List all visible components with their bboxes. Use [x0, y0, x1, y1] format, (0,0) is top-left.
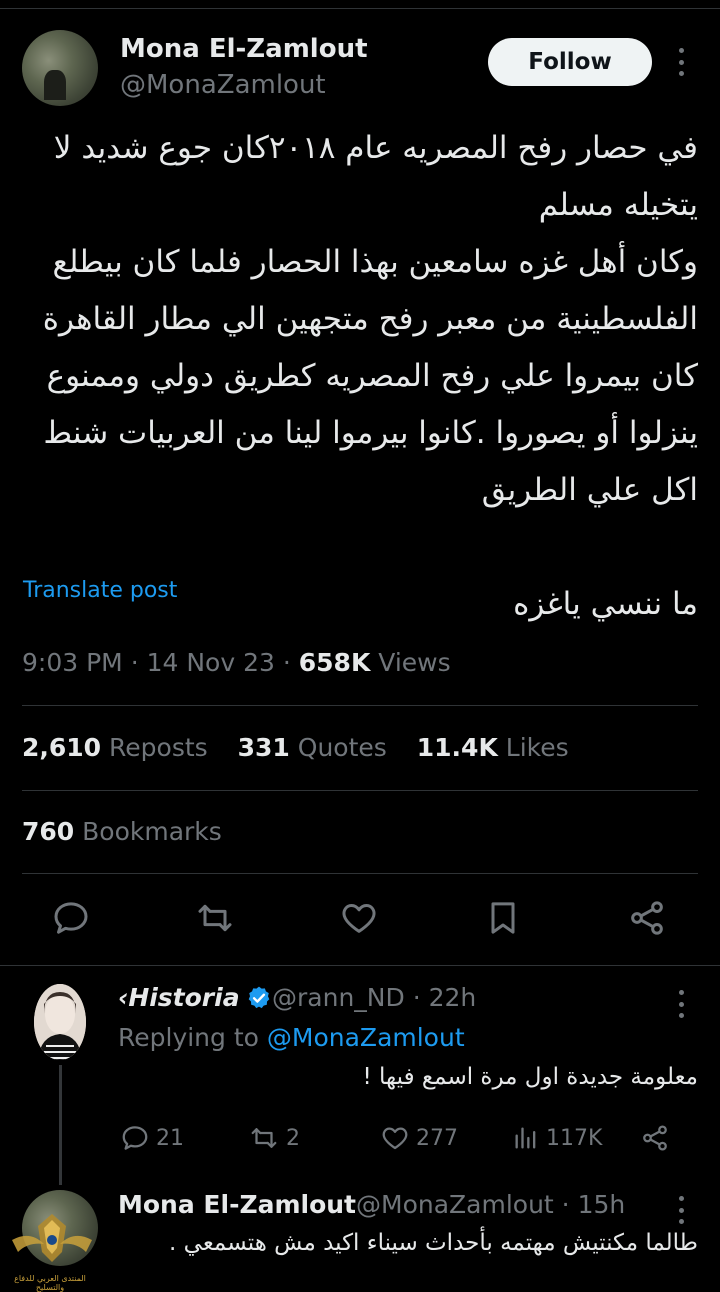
- like-icon: [382, 1127, 408, 1150]
- meta-separator: ·: [282, 648, 299, 677]
- thread-line: [59, 1065, 62, 1185]
- verified-badge-icon: [248, 986, 269, 1008]
- replying-to-link[interactable]: @MonaZamlout: [267, 1023, 465, 1052]
- divider: [22, 873, 698, 874]
- reply-author-handle[interactable]: @rann_ND · 22h: [272, 983, 476, 1012]
- reply-author-name-text: Historia: [128, 983, 240, 1012]
- reply-more-options-icon[interactable]: [677, 990, 685, 1018]
- meta-separator: ·: [130, 648, 147, 677]
- reply-author-avatar[interactable]: [34, 984, 86, 1060]
- reply-author-name[interactable]: ‹ Historia: [118, 983, 272, 1012]
- author-handle[interactable]: @MonaZamlout: [120, 70, 326, 100]
- views-icon: [515, 1127, 536, 1149]
- tweet-date[interactable]: 14 Nov 23: [147, 648, 275, 677]
- reply-views-action[interactable]: 117K: [512, 1122, 602, 1154]
- follow-button[interactable]: Follow: [488, 38, 652, 86]
- bottom-author-name[interactable]: Mona El-Zamlout: [118, 1190, 356, 1219]
- reply-like-action[interactable]: 277: [380, 1122, 458, 1154]
- more-options-icon[interactable]: [677, 48, 685, 76]
- replying-to: Replying to @MonaZamlout: [118, 1023, 465, 1052]
- engagement-stats: 2,610 Reposts 331 Quotes 11.4K Likes: [22, 733, 591, 762]
- tweet-text: في حصار رفح المصريه عام ٢٠١٨كان جوع شديد…: [42, 130, 698, 622]
- divider: [22, 705, 698, 706]
- bottom-reply-text: طالما مكنتيش مهتمه بأحداث سيناء اكيد مش …: [169, 1230, 698, 1256]
- reply-icon: [122, 1126, 148, 1150]
- repost-icon[interactable]: [195, 898, 235, 938]
- author-avatar[interactable]: [22, 30, 98, 106]
- top-divider: [0, 8, 720, 9]
- share-icon[interactable]: [627, 898, 667, 938]
- like-icon[interactable]: [339, 898, 379, 938]
- name-prefix: ‹: [118, 983, 129, 1012]
- bottom-more-options-icon[interactable]: [677, 1196, 685, 1224]
- share-icon: [643, 1125, 667, 1151]
- tweet-metadata: 9:03 PM · 14 Nov 23 · 658K Views: [22, 648, 451, 677]
- quotes-stat[interactable]: 331 Quotes: [238, 733, 387, 762]
- views-label: Views: [378, 648, 451, 677]
- reply-text: معلومة جديدة اول مرة اسمع فيها !: [362, 1064, 698, 1090]
- reposts-stat[interactable]: 2,610 Reposts: [22, 733, 208, 762]
- repost-icon: [251, 1128, 277, 1148]
- divider: [22, 790, 698, 791]
- divider: [0, 965, 720, 966]
- reply-share-action[interactable]: [640, 1122, 676, 1154]
- watermark-text: المنتدى العربي للدفاع والتسليح: [14, 1274, 86, 1292]
- reply-reply-action[interactable]: 21: [120, 1122, 184, 1154]
- tweet-time[interactable]: 9:03 PM: [22, 648, 123, 677]
- translate-post-link[interactable]: Translate post: [23, 578, 177, 603]
- reply-icon[interactable]: [51, 898, 91, 938]
- author-name[interactable]: Mona El-Zamlout: [120, 34, 368, 64]
- bottom-author-handle[interactable]: @MonaZamlout · 15h: [356, 1190, 625, 1219]
- reply-repost-action[interactable]: 2: [248, 1122, 300, 1154]
- bookmark-icon[interactable]: [483, 898, 523, 938]
- likes-stat[interactable]: 11.4K Likes: [417, 733, 569, 762]
- views-count: 658K: [298, 648, 371, 677]
- bookmarks-stat[interactable]: 760 Bookmarks: [22, 817, 222, 846]
